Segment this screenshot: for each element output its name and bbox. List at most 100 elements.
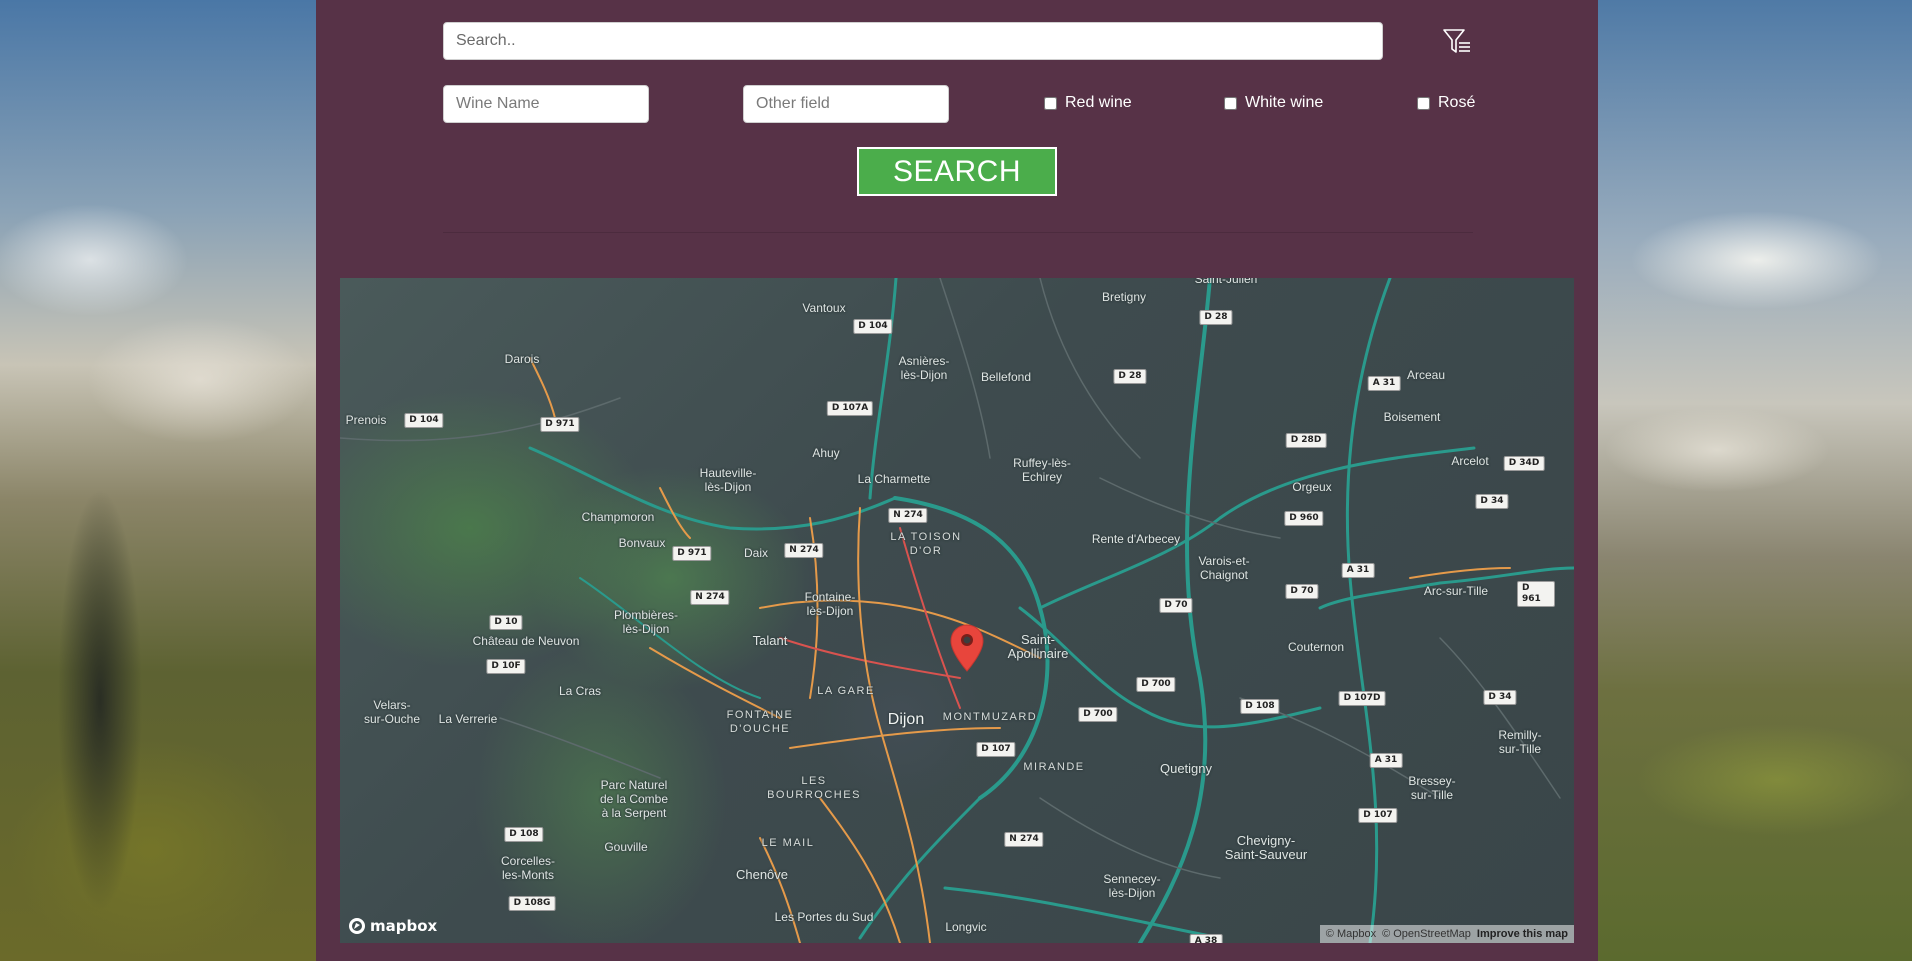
- road-shield: D 971: [540, 417, 580, 432]
- road-shield: D 104: [404, 413, 444, 428]
- road-shield: N 274: [888, 508, 928, 523]
- place-label: Sennecey- lès-Dijon: [1103, 872, 1161, 900]
- road-shield: A 31: [1367, 376, 1401, 391]
- red-wine-filter[interactable]: Red wine: [1044, 94, 1132, 112]
- place-label: Saint-Julien: [1194, 278, 1258, 286]
- divider: [443, 232, 1473, 233]
- red-wine-checkbox[interactable]: [1044, 96, 1057, 110]
- place-label: Remilly- sur-Tille: [1498, 728, 1542, 756]
- mapbox-logo[interactable]: mapbox: [348, 917, 437, 935]
- road-shield: D 700: [1078, 707, 1118, 722]
- place-label: Velars- sur-Ouche: [363, 698, 421, 726]
- road-shield: D 108: [1240, 699, 1280, 714]
- place-label: Bressey- sur-Tille: [1408, 774, 1456, 802]
- osm-attribution-link[interactable]: © OpenStreetMap: [1382, 928, 1471, 940]
- place-label: Plombières- lès-Dijon: [613, 608, 679, 636]
- place-label: Daix: [743, 546, 769, 560]
- road-shield: D 107A: [826, 401, 874, 416]
- road-shield: D 28: [1199, 310, 1233, 325]
- background-right: [1597, 0, 1912, 961]
- road-shield: N 274: [1004, 832, 1044, 847]
- white-wine-filter[interactable]: White wine: [1224, 94, 1323, 112]
- place-label: Arceau: [1406, 368, 1446, 382]
- place-label: Les Portes du Sud: [774, 910, 874, 924]
- road-shield: D 107D: [1338, 691, 1386, 706]
- filter-button[interactable]: [1441, 26, 1473, 58]
- place-label: LE MAIL: [761, 837, 815, 849]
- search-button[interactable]: SEARCH: [857, 147, 1057, 196]
- road-shield: D 70: [1285, 584, 1319, 599]
- road-shield: D 108: [504, 827, 544, 842]
- road-shield: D 34: [1475, 494, 1509, 509]
- road-shield: D 108G: [508, 896, 556, 911]
- road-shield: D 107: [1358, 808, 1398, 823]
- road-shield: N 274: [690, 590, 730, 605]
- place-label: FONTAINE D'OUCHE: [726, 709, 794, 735]
- map-attribution: © Mapbox © OpenStreetMap Improve this ma…: [1319, 925, 1574, 943]
- place-label: Champmoron: [581, 510, 655, 524]
- place-label: Asnières- lès-Dijon: [898, 354, 950, 382]
- map[interactable]: Dijon Saint- Apollinaire Quetigny Chevig…: [340, 278, 1574, 943]
- other-field[interactable]: [743, 85, 949, 123]
- place-label: MIRANDE: [1023, 761, 1085, 773]
- rose-filter[interactable]: Rosé: [1417, 94, 1475, 112]
- mapbox-logo-text: mapbox: [370, 917, 438, 935]
- place-label: Saint- Apollinaire: [1007, 632, 1069, 661]
- place-label: Rente d'Arbecey: [1091, 532, 1181, 546]
- map-marker-icon[interactable]: [950, 624, 984, 672]
- place-label: La Charmette: [857, 472, 931, 486]
- search-panel: Red wine White wine Rosé SEARCH: [316, 0, 1598, 961]
- search-input[interactable]: [443, 22, 1383, 60]
- place-label: Chenôve: [735, 867, 789, 882]
- road-shield: D 34: [1483, 690, 1517, 705]
- place-label: LA GARE: [817, 685, 875, 697]
- place-label: La Verrerie: [438, 712, 498, 726]
- place-label: Bellefond: [980, 370, 1032, 384]
- road-shield: D 28: [1113, 369, 1147, 384]
- place-label: Parc Naturel de la Combe à la Serpent: [599, 778, 669, 820]
- place-label: Talant: [752, 633, 788, 648]
- road-shield: D 107: [976, 742, 1016, 757]
- road-shield: D 10: [489, 615, 523, 630]
- place-label: Bretigny: [1101, 290, 1147, 304]
- place-label: Longvic: [945, 920, 987, 934]
- mapbox-attribution-link[interactable]: © Mapbox: [1326, 928, 1376, 940]
- rose-label: Rosé: [1438, 94, 1476, 111]
- filter-icon: [1443, 29, 1470, 53]
- place-label: Ruffey-lès- Echirey: [1013, 456, 1071, 484]
- road-shield: A 38: [1189, 934, 1223, 943]
- place-label: Bonvaux: [618, 536, 666, 550]
- improve-map-link[interactable]: Improve this map: [1477, 928, 1568, 940]
- place-label: Boisement: [1383, 410, 1441, 424]
- place-label: Fontaine- lès-Dijon: [804, 590, 856, 618]
- place-label: Quetigny: [1159, 761, 1213, 776]
- place-label: Prenois: [345, 413, 387, 427]
- road-shield: A 31: [1341, 563, 1375, 578]
- place-label: Château de Neuvon: [472, 634, 580, 648]
- place-label: Orgeux: [1292, 480, 1332, 494]
- white-wine-label: White wine: [1245, 94, 1324, 111]
- place-label: Varois-et- Chaignot: [1198, 554, 1250, 582]
- place-label: Ahuy: [812, 446, 840, 460]
- place-label: LA TOISON D'OR: [890, 531, 962, 557]
- place-label: Dijon: [887, 711, 925, 728]
- red-wine-label: Red wine: [1065, 94, 1132, 111]
- road-shield: D 971: [672, 546, 712, 561]
- road-shield: D 28D: [1285, 433, 1327, 448]
- place-label: La Cras: [558, 684, 602, 698]
- place-label: Hauteville- lès-Dijon: [699, 466, 757, 494]
- wine-name-field[interactable]: [443, 85, 649, 123]
- rose-checkbox[interactable]: [1417, 96, 1430, 110]
- background-left: [0, 0, 316, 961]
- mapbox-icon: [349, 918, 365, 934]
- white-wine-checkbox[interactable]: [1224, 96, 1237, 110]
- place-label: Arc-sur-Tille: [1423, 584, 1489, 598]
- road-shield: D 70: [1159, 598, 1193, 613]
- place-label: Arcelot: [1451, 454, 1489, 468]
- place-label: LES BOURROCHES: [767, 775, 861, 801]
- road-shield: D 700: [1136, 677, 1176, 692]
- place-label: Chevigny- Saint-Sauveur: [1224, 833, 1308, 862]
- road-shield: D 960: [1284, 511, 1324, 526]
- place-label: Couternon: [1287, 640, 1345, 654]
- place-label: Gouville: [604, 840, 648, 854]
